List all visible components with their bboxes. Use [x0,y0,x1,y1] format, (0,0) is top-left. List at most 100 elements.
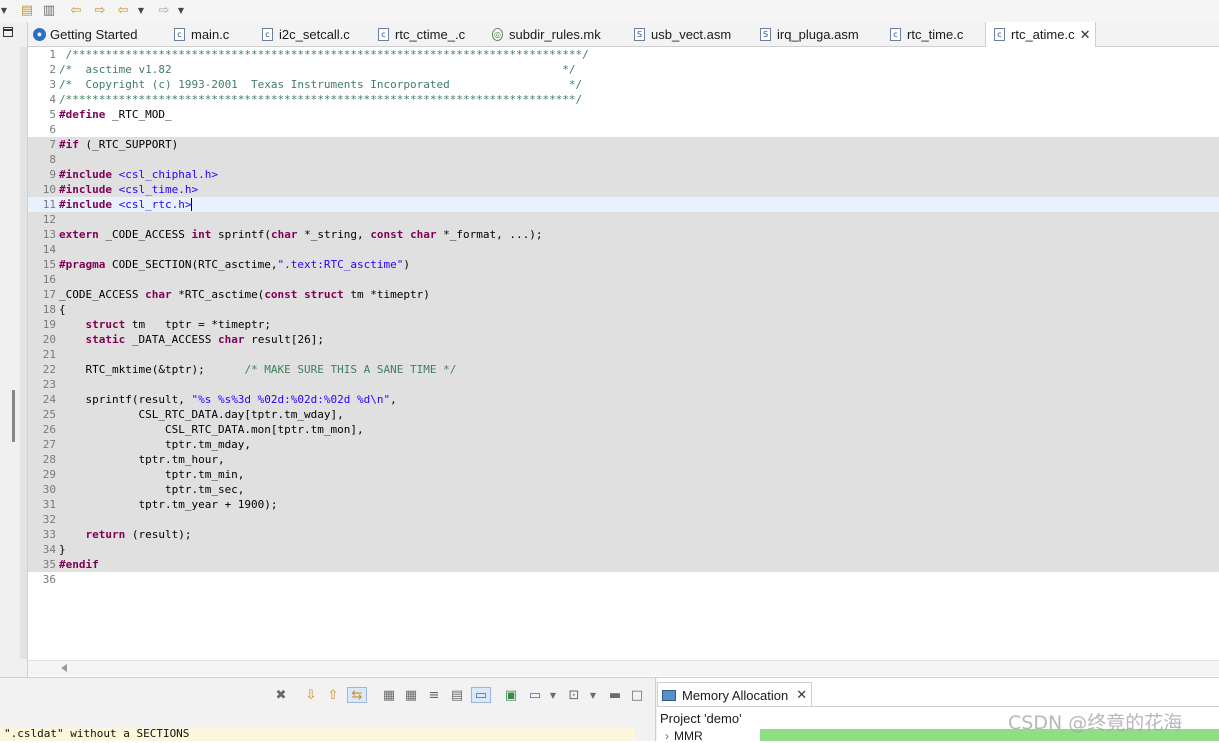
code-line[interactable]: 32 [28,512,1219,527]
chevron-down-icon[interactable]: ▼ [548,687,558,703]
tab-label: Getting Started [50,26,138,42]
pin-icon[interactable]: ⊡ [566,687,582,703]
line-number: 12 [42,213,56,226]
layout2-icon[interactable]: ▦ [403,687,419,703]
previous-icon[interactable]: ⇧ [325,687,341,703]
code-line[interactable]: 3/* Copyright (c) 1993-2001 Texas Instru… [28,77,1219,92]
tab-label: main.c [191,26,230,42]
chevron-right-icon[interactable]: › [665,729,669,743]
code-line[interactable]: 20 static _DATA_ACCESS char result[26]; [28,332,1219,347]
code-line[interactable]: 23 [28,377,1219,392]
code-text: #include <csl_chiphal.h> [59,168,218,181]
tab-rtc-ctime-c[interactable]: c rtc_ctime_.c [374,22,488,46]
code-line[interactable]: 24 sprintf(result, "%s %s%3d %02d:%02d:%… [28,392,1219,407]
line-number: 22 [42,363,56,376]
tab-i2c-setcall-c[interactable]: c i2c_setcall.c [258,22,374,46]
code-line[interactable]: 1 /*************************************… [28,47,1219,62]
code-line[interactable]: 5 #define _RTC_MOD_ [28,107,1219,122]
console-output: ".csldat" without a SECTIONS [0,727,635,741]
code-line[interactable]: 30 tptr.tm_sec, [28,482,1219,497]
code-line[interactable]: 6 [28,122,1219,137]
code-line[interactable]: 26 CSL_RTC_DATA.mon[tptr.tm_mon], [28,422,1219,437]
save-all-icon[interactable]: ▤ [18,1,36,19]
code-line[interactable]: 10 #include <csl_time.h> [28,182,1219,197]
code-line[interactable]: 34} [28,542,1219,557]
code-line[interactable]: 21 [28,347,1219,362]
makefile-icon: ◎ [492,27,503,41]
next-icon[interactable]: ⇩ [303,687,319,703]
link-icon[interactable]: ⇆ [347,687,367,703]
code-line[interactable]: 12 [28,212,1219,227]
tab-label: irq_pluga.asm [777,26,859,42]
maximize-icon[interactable]: □ [630,687,644,703]
code-line[interactable]: 31 tptr.tm_year + 1900); [28,497,1219,512]
tab-getting-started[interactable]: ● Getting Started [30,22,170,46]
next-edit-icon[interactable]: ⇨ [90,1,110,19]
code-line[interactable]: 13 extern _CODE_ACCESS int sprintf(char *… [28,227,1219,242]
minimize-icon[interactable]: ▬ [608,687,622,703]
remove-all-icon[interactable]: ✖ [273,687,289,703]
open-icon[interactable]: ▣ [503,687,519,703]
details-icon[interactable]: ▭ [471,687,491,703]
chevron-down-icon[interactable]: ▼ [136,1,146,19]
tab-usb-vect-asm[interactable]: S usb_vect.asm [630,22,756,46]
code-line[interactable]: 19 struct tm tptr = *timeptr; [28,317,1219,332]
close-icon[interactable]: ✕ [1080,27,1091,43]
panel-divider[interactable] [655,678,656,741]
chevron-down-icon[interactable]: ▼ [588,687,598,703]
code-line[interactable]: 11 #include <csl_rtc.h> [28,197,1219,212]
code-line[interactable]: 29 tptr.tm_min, [28,467,1219,482]
code-line[interactable]: 8 [28,152,1219,167]
code-line[interactable]: 36 [28,572,1219,587]
document-icon[interactable]: ▥ [40,1,58,19]
close-icon[interactable]: ✕ [796,687,807,703]
tab-rtc-time-c[interactable]: c rtc_time.c [886,22,986,46]
forward-icon[interactable]: ⇨ [155,1,173,19]
code-line[interactable]: 7 #if (_RTC_SUPPORT) [28,137,1219,152]
minimize-icon[interactable] [3,27,13,37]
tab-label: usb_vect.asm [651,26,732,42]
code-line[interactable]: 18{ [28,302,1219,317]
editor-tab-bar: ● Getting Started c main.c c i2c_setcall… [28,22,1219,47]
code-line[interactable]: 35 #endif [28,557,1219,572]
tab-irq-pluga-asm[interactable]: S irq_pluga.asm [756,22,886,46]
collapse-icon[interactable]: ≡ [426,687,442,703]
chevron-down-icon[interactable]: ▼ [176,1,186,19]
code-text: #if (_RTC_SUPPORT) [59,138,179,151]
tab-subdir-rules-mk[interactable]: ◎ subdir_rules.mk [488,22,630,46]
code-line[interactable]: 28 tptr.tm_hour, [28,452,1219,467]
tab-memory-allocation[interactable]: Memory Allocation ✕ [657,682,813,707]
code-line[interactable]: 9 #include <csl_chiphal.h> [28,167,1219,182]
layout-icon[interactable]: ▦ [381,687,397,703]
code-line[interactable]: 17 _CODE_ACCESS char *RTC_asctime(const s… [28,287,1219,302]
line-number: 15 [42,258,56,271]
code-line[interactable]: 22 RTC_mktime(&tptr); /* MAKE SURE THIS … [28,362,1219,377]
code-line[interactable]: 25 CSL_RTC_DATA.day[tptr.tm_wday], [28,407,1219,422]
chevron-down-icon[interactable]: ▼ [0,1,8,19]
scroll-left-icon[interactable] [61,664,67,672]
code-text: /* Copyright (c) 1993-2001 Texas Instrum… [59,78,583,91]
code-text: struct tm tptr = *timeptr; [85,318,271,331]
code-line[interactable]: 16 [28,272,1219,287]
code-line[interactable]: 33 return (result); [28,527,1219,542]
code-editor[interactable]: 1 /*************************************… [28,47,1219,660]
code-text: #endif [59,558,99,571]
tab-rtc-atime-c[interactable]: c rtc_atime.c ✕ [985,22,1096,47]
code-line[interactable]: 4/**************************************… [28,92,1219,107]
horizontal-scrollbar[interactable] [28,660,1219,676]
tree-row-mmr[interactable]: › MMR [665,729,703,743]
code-line[interactable]: 15 #pragma CODE_SECTION(RTC_asctime,".tex… [28,257,1219,272]
line-number: 29 [42,468,56,481]
prev-edit-icon[interactable]: ⇦ [66,1,86,19]
code-line[interactable]: 14 [28,242,1219,257]
display-icon[interactable]: ▭ [527,687,543,703]
scroll-marker[interactable] [12,390,15,442]
code-line[interactable]: 27 tptr.tm_mday, [28,437,1219,452]
back-icon[interactable]: ⇦ [114,1,132,19]
filter-icon[interactable]: ▤ [449,687,465,703]
code-text: #include <csl_rtc.h> [59,198,192,211]
tab-main-c[interactable]: c main.c [170,22,258,46]
line-number: 8 [49,153,56,166]
code-line[interactable]: 2/* asctime v1.82 */ [28,62,1219,77]
line-number: 16 [42,273,56,286]
